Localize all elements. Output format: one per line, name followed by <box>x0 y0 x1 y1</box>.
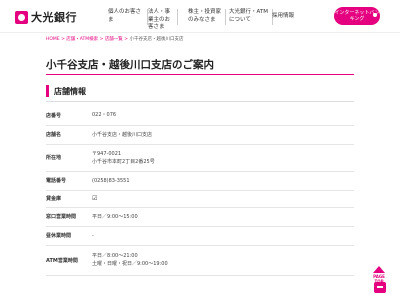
site-header: 大光銀行 個人のお客さま 法人・事業主のお客さま 株主・投資家のみなさま 大光銀… <box>0 0 400 33</box>
nav-recruit-label: 採用情報 <box>272 13 295 19</box>
nav-investors-label: 株主・投資家のみなさま <box>188 9 222 23</box>
row-label: 所在地 <box>46 155 62 161</box>
row-value: 平日／9:00〜15:00 <box>92 213 138 220</box>
nav-personal[interactable]: 個人のお客さま <box>108 9 148 25</box>
row-label: 店舗名 <box>46 132 62 138</box>
row-value: 平日／8:00〜21:00 土曜・日曜・祝日／9:00〜19:00 <box>92 253 168 267</box>
logo-icon <box>15 10 28 24</box>
row-label: ATM営業時間 <box>46 257 78 264</box>
chat-icon[interactable] <box>374 282 386 293</box>
header-divider <box>0 32 400 33</box>
row-value: 小千谷支店・越後川口支店 <box>92 131 153 138</box>
nav-divider <box>177 9 178 25</box>
arrow-icon <box>373 13 377 17</box>
table-row: ATM営業時間 平日／8:00〜21:00 土曜・日曜・祝日／9:00〜19:0… <box>46 245 354 275</box>
row-value: 〒947-0021 小千谷市本町2丁目2番25号 <box>92 150 155 165</box>
section-title: 店舗情報 <box>54 87 86 96</box>
row-label: 店番号 <box>46 112 62 119</box>
table-row: 貸金庫 ☑ <box>46 190 354 207</box>
row-label: 貸金庫 <box>46 196 62 202</box>
row-label: 電話番号 <box>46 178 67 184</box>
table-row: 店舗名 小千谷支店・越後川口支店 <box>46 125 354 144</box>
internet-banking-button[interactable]: インターネットバンキング <box>334 7 380 25</box>
table-row: 昼休業時間 - <box>46 226 354 245</box>
nav-about-label: 大光銀行・ATMについて <box>229 9 268 23</box>
nav-corporate[interactable]: 法人・事業主のお客さま <box>148 9 178 32</box>
store-info-table: 店番号 022・076 店舗名 小千谷支店・越後川口支店 所在地 〒947-00… <box>46 106 354 276</box>
section-divider <box>46 101 354 102</box>
nav-corporate-label: 法人・事業主のお客さま <box>148 9 171 30</box>
section-accent-bar <box>46 85 49 97</box>
bank-logo[interactable]: 大光銀行 <box>15 9 77 25</box>
breadcrumb-store-search[interactable]: 店舗・ATM検索 <box>66 37 98 42</box>
breadcrumb: HOME > 店舗・ATM検索 > 店舗一覧 > 小千谷支店・越後川口支店 <box>46 37 184 42</box>
nav-about[interactable]: 大光銀行・ATMについて <box>229 9 273 25</box>
phone-number[interactable]: (0258)83-3551 <box>92 171 354 190</box>
row-label: 窓口営業時間 <box>46 214 77 220</box>
nav-recruit[interactable]: 採用情報 <box>272 13 294 21</box>
nav-divider <box>225 9 226 25</box>
breadcrumb-home[interactable]: HOME <box>46 37 60 42</box>
nav-investors[interactable]: 株主・投資家のみなさま <box>188 9 226 25</box>
row-value: - <box>92 232 94 239</box>
breadcrumb-store-list[interactable]: 店舗一覧 <box>105 37 123 42</box>
title-underline <box>46 74 354 75</box>
table-row: 電話番号 (0258)83-3551 <box>46 171 354 190</box>
checkbox-icon: ☑ <box>92 194 98 202</box>
page-title: 小千谷支店・越後川口支店のご案内 <box>46 59 214 71</box>
arrow-up-icon <box>373 266 385 273</box>
table-row: 窓口営業時間 平日／9:00〜15:00 <box>46 207 354 226</box>
row-value: 022・076 <box>92 112 117 119</box>
logo-text: 大光銀行 <box>31 11 77 24</box>
table-row: 所在地 〒947-0021 小千谷市本町2丁目2番25号 <box>46 144 354 171</box>
row-label: 昼休業時間 <box>46 233 72 239</box>
breadcrumb-current: 小千谷支店・越後川口支店 <box>129 37 184 42</box>
section-header: 店舗情報 <box>46 85 354 97</box>
nav-personal-label: 個人のお客さま <box>108 9 142 23</box>
table-row: 店番号 022・076 <box>46 106 354 125</box>
